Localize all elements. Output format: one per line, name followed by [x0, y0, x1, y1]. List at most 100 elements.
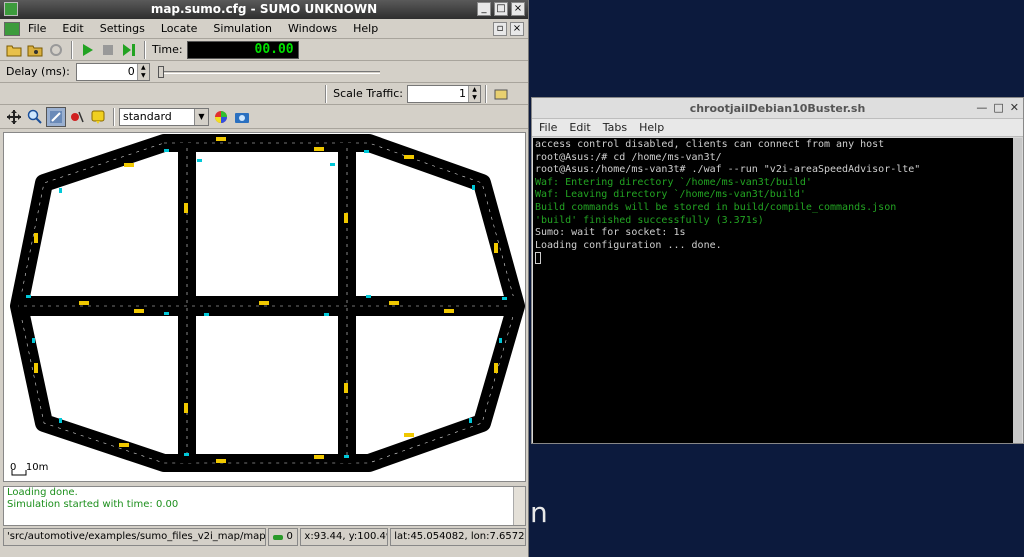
terminal-window: chrootjailDebian10Buster.sh — □ ✕ File E… — [531, 97, 1024, 444]
sim-toolbar: Time: 00.00 — [0, 39, 528, 61]
toolbar-separator — [485, 84, 487, 103]
delay-slider-knob[interactable] — [157, 65, 164, 78]
step-icon — [123, 43, 135, 56]
vehicle-count-box: 0 — [268, 528, 299, 546]
folder-icon — [494, 89, 508, 99]
delay-spinner-arrows[interactable]: ▲ ▼ — [136, 63, 149, 80]
move-icon — [7, 109, 21, 124]
delay-spinner[interactable]: 0 ▲ ▼ — [75, 62, 150, 81]
delay-slider[interactable] — [157, 63, 380, 81]
screenshot-button[interactable] — [232, 107, 252, 127]
recenter-button[interactable] — [4, 107, 24, 127]
menu-locate[interactable]: Locate — [161, 22, 198, 35]
menu-windows[interactable]: Windows — [288, 22, 337, 35]
open-network-button[interactable] — [25, 40, 45, 60]
locate-vehicle-button[interactable] — [67, 107, 87, 127]
poi-icon — [91, 110, 105, 124]
terminal-titlebar[interactable]: chrootjailDebian10Buster.sh — □ ✕ — [532, 98, 1023, 119]
maximize-icon[interactable]: □ — [993, 101, 1003, 114]
mdi-restore-button[interactable]: ▫ — [493, 22, 507, 36]
delay-slider-track — [159, 70, 380, 74]
network-view[interactable]: 0 10m — [3, 132, 526, 482]
open-network-icon — [27, 45, 43, 56]
terminal-cursor — [535, 252, 541, 265]
menu-edit[interactable]: Edit — [62, 22, 83, 35]
terminal-menu-help[interactable]: Help — [639, 121, 664, 134]
minimize-icon[interactable]: — — [976, 101, 987, 114]
maximize-button[interactable]: □ — [494, 2, 508, 16]
terminal-menu-edit[interactable]: Edit — [569, 121, 590, 134]
terminal-line: Build commands will be stored in build/c… — [535, 201, 897, 213]
close-button[interactable]: × — [511, 2, 525, 16]
close-icon[interactable]: ✕ — [1010, 101, 1019, 114]
menu-file[interactable]: File — [28, 22, 46, 35]
scale-traffic-label: Scale Traffic: — [333, 87, 403, 100]
toolbar-separator — [113, 107, 115, 126]
terminal-menu-file[interactable]: File — [539, 121, 557, 134]
terminal-scrollbar[interactable] — [1013, 138, 1022, 443]
menu-settings[interactable]: Settings — [100, 22, 145, 35]
open-folder-icon — [6, 45, 22, 56]
toolbar-separator — [325, 84, 328, 103]
run-button[interactable] — [77, 40, 97, 60]
play-icon — [83, 43, 93, 56]
terminal-line: root@Asus:/home/ms-van3t# ./waf --run "v… — [535, 164, 921, 176]
delay-value: 0 — [127, 64, 135, 78]
toolbar-separator — [71, 40, 73, 59]
stop-button[interactable] — [98, 40, 118, 60]
scale-traffic-arrows[interactable]: ▲ ▼ — [468, 85, 480, 102]
terminal-output[interactable]: access control disabled, clients can con… — [533, 138, 1014, 443]
terminal-line: 'build' finished successfully (3.371s) — [535, 214, 764, 226]
scale-zero: 0 — [10, 462, 17, 473]
scale-traffic-spinner[interactable]: 1 ▲ ▼ — [407, 84, 481, 103]
sumo-menu-icon — [4, 21, 20, 36]
color-scheme-select[interactable]: standard ▼ — [119, 107, 209, 126]
reload-icon — [50, 43, 62, 56]
terminal-line: Loading configuration ... done. — [535, 239, 722, 251]
time-display: 00.00 — [186, 40, 299, 59]
car-icon — [273, 535, 284, 540]
toolbar-separator — [144, 40, 146, 59]
road-network-map — [10, 134, 525, 476]
message-scrollbar[interactable] — [513, 487, 525, 525]
message-line: Simulation started with time: 0.00 — [7, 499, 179, 510]
terminal-menu-bar: File Edit Tabs Help — [532, 119, 1023, 137]
message-window[interactable]: Loading done. Simulation started with ti… — [3, 486, 526, 526]
mdi-close-button[interactable]: × — [510, 22, 524, 36]
color-wheel-icon — [215, 110, 227, 123]
terminal-title: chrootjailDebian10Buster.sh — [689, 102, 866, 115]
edit-scheme-button[interactable] — [211, 107, 231, 127]
reload-button[interactable] — [46, 40, 66, 60]
magnifier-icon — [27, 109, 42, 124]
chevron-down-icon[interactable]: ▼ — [194, 108, 208, 125]
terminal-line: access control disabled, clients can con… — [535, 139, 885, 150]
menu-bar: File Edit Settings Locate Simulation Win… — [0, 19, 528, 39]
terminal-line: root@Asus:/# cd /home/ms-van3t/ — [535, 151, 722, 163]
open-config-button[interactable] — [4, 40, 24, 60]
camera-icon — [235, 112, 249, 123]
scale-label: 0 10m — [10, 462, 48, 473]
breakpoint-button[interactable] — [491, 84, 511, 104]
desktop-background-text: n — [530, 496, 548, 529]
zoom-button[interactable] — [25, 107, 45, 127]
locate-junction-button[interactable] — [46, 106, 66, 127]
step-button[interactable] — [119, 40, 139, 60]
block — [199, 319, 335, 452]
cursor-latlon: lat:45.054082, lon:7.657238 — [390, 528, 526, 546]
locate-icon — [50, 110, 62, 123]
delay-label: Delay (ms): — [6, 65, 70, 78]
vehicle-count: 0 — [286, 531, 293, 542]
menu-simulation[interactable]: Simulation — [213, 22, 272, 35]
view-toolbar: standard ▼ — [0, 105, 528, 129]
minimize-button[interactable]: _ — [477, 2, 491, 16]
delay-toolbar: Delay (ms): 0 ▲ ▼ — [0, 61, 528, 83]
menu-help[interactable]: Help — [353, 22, 378, 35]
time-label: Time: — [152, 43, 183, 56]
scale-toolbar: Scale Traffic: 1 ▲ ▼ — [0, 83, 528, 105]
sumo-titlebar[interactable]: map.sumo.cfg - SUMO UNKNOWN _ □ × — [0, 0, 528, 19]
car-locate-icon — [71, 111, 84, 122]
status-bar: 'src/automotive/examples/sumo_files_v2i_… — [3, 527, 526, 547]
add-poi-button[interactable] — [88, 107, 108, 127]
terminal-menu-tabs[interactable]: Tabs — [603, 121, 627, 134]
terminal-line: Sumo: wait for socket: 1s — [535, 227, 686, 239]
